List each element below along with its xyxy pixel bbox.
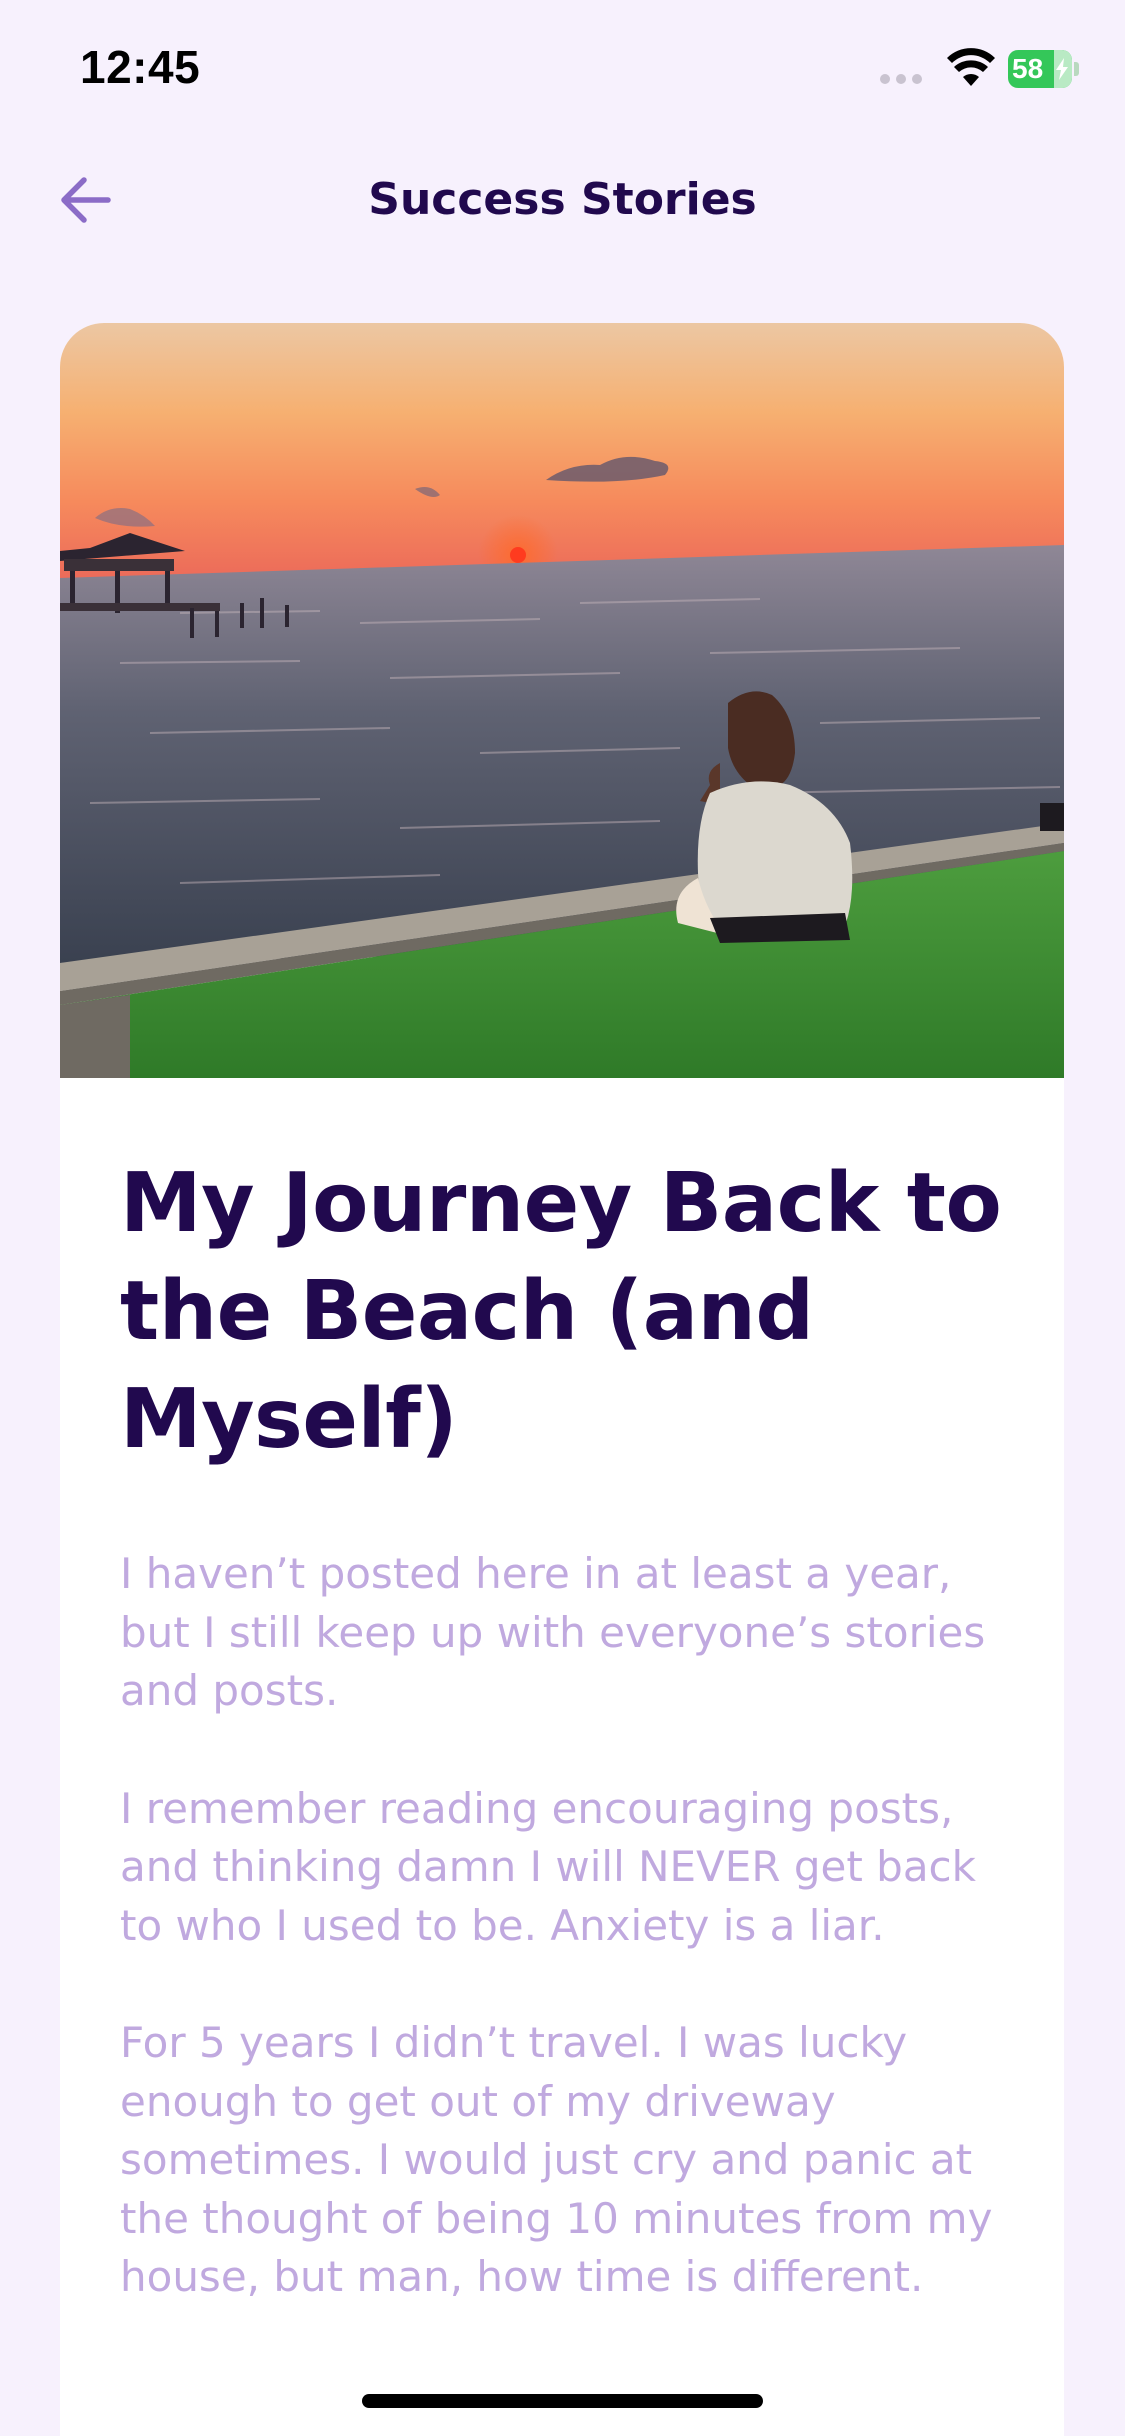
- story-paragraph: I haven’t posted here in at least a year…: [120, 1549, 986, 1715]
- story-title: My Journey Back to the Beach (and Myself…: [120, 1156, 1002, 1467]
- status-time: 12:45: [80, 41, 201, 93]
- status-bar: 12:45 58: [0, 0, 1125, 135]
- page-title: Success Stories: [368, 174, 757, 225]
- arrow-left-icon: [61, 177, 111, 223]
- story-image: [60, 323, 1064, 1078]
- nav-header: Success Stories: [0, 140, 1125, 260]
- back-button[interactable]: [46, 160, 126, 240]
- wifi-icon: [947, 48, 995, 86]
- story-card[interactable]: My Journey Back to the Beach (and Myself…: [60, 323, 1064, 2436]
- charging-bolt-icon: [1056, 58, 1068, 80]
- story-paragraph: I remember reading encouraging posts, an…: [120, 1783, 976, 1950]
- cellular-signal-icon: [880, 74, 922, 84]
- battery-icon: 58: [1008, 50, 1079, 88]
- story-body: I haven’t posted here in at least a year…: [120, 1545, 1020, 2366]
- battery-level: 58: [1012, 53, 1044, 84]
- home-indicator[interactable]: [362, 2394, 763, 2408]
- story-paragraph: For 5 years I didn’t travel. I was lucky…: [120, 2018, 993, 2301]
